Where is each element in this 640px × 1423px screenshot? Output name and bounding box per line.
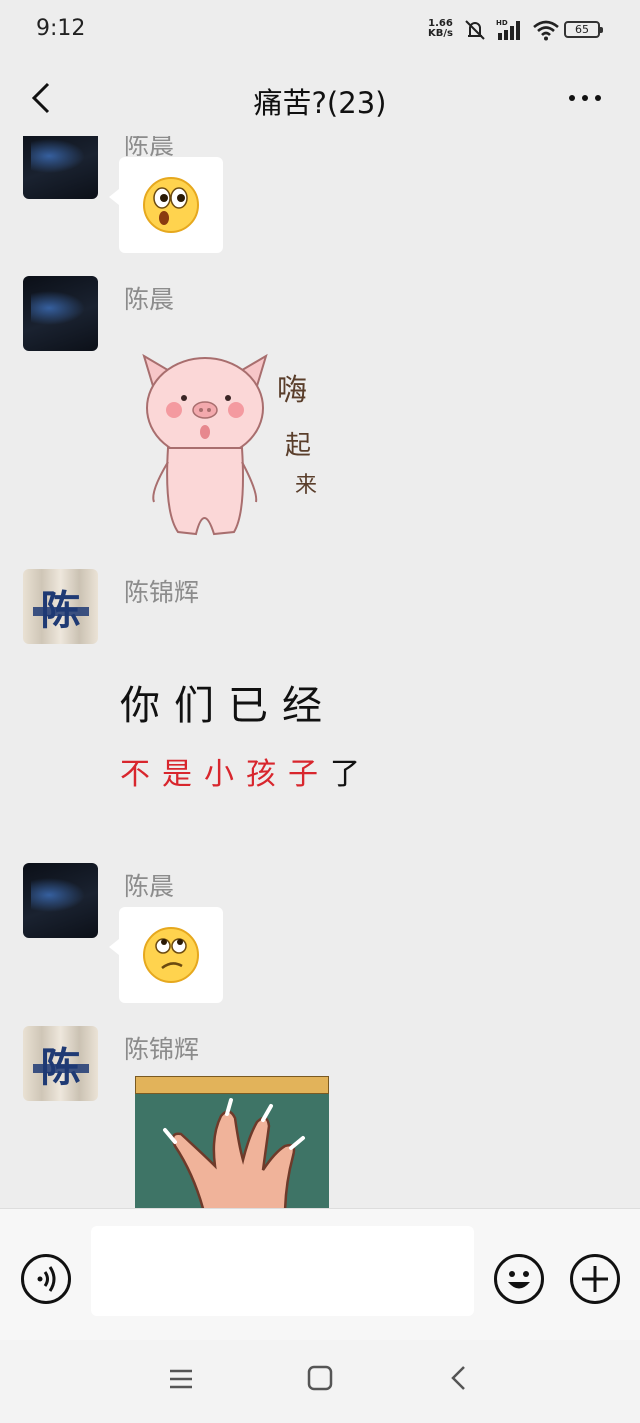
message-list[interactable]: 陈晨 陈晨 嗨 起 来 陈锦辉 你们已经 不是小孩子了 陈晨 陈锦辉 [0,136,640,1208]
wifi-icon [533,20,559,41]
avatar[interactable] [23,276,98,351]
message-item: 陈晨 嗨 起 来 [0,276,640,546]
mute-icon [465,20,485,40]
pig-sticker[interactable]: 嗨 起 来 [138,352,338,548]
menu-icon[interactable] [168,1366,194,1392]
avatar[interactable]: 陈 [23,569,98,644]
text-sticker-red: 不是小孩子 [120,757,330,792]
sender-name: 陈锦辉 [124,1035,200,1064]
voice-icon [37,1266,56,1292]
network-rate: 1.66 KB/s [428,19,453,39]
voice-button[interactable] [21,1254,71,1304]
battery-icon: 65 [564,21,603,38]
battery-level: 65 [575,23,589,36]
svg-text:HD: HD [496,19,508,27]
message-item: 陈晨 [0,136,640,258]
sender-name: 陈晨 [124,285,175,314]
input-bar [0,1208,640,1340]
text-sticker-line-2: 不是小孩子了 [120,749,372,793]
message-item: 陈晨 [0,863,640,1003]
emoji-bubble[interactable] [109,907,223,1003]
avatar[interactable]: 陈 [23,1026,98,1101]
plus-button[interactable] [570,1254,620,1304]
thinking-emoji-icon [143,927,199,983]
pig-sticker-char-1: 嗨 [277,373,307,408]
chat-header: 痛苦?(23) [0,62,640,136]
message-item: 陈 陈锦辉 你们已经 不是小孩子了 [0,569,640,829]
claw-hand-sticker[interactable] [135,1076,329,1208]
emoji-bubble[interactable] [109,157,223,253]
system-navigation-bar [0,1340,640,1423]
message-input[interactable] [91,1226,474,1316]
text-sticker[interactable]: 你们已经 不是小孩子了 [120,673,372,793]
pig-sticker-char-3: 来 [295,473,317,498]
message-item: 陈 陈锦辉 [0,1026,640,1208]
home-icon[interactable] [307,1365,333,1391]
text-sticker-black: 了 [330,757,372,792]
pig-sticker-char-2: 起 [285,431,311,461]
surprised-emoji-icon [143,177,199,233]
status-bar: 9:12 1.66 KB/s HD 65 [0,0,640,62]
emoji-icon [508,1271,530,1289]
sender-name: 陈锦辉 [124,578,200,607]
more-dots-icon[interactable] [565,80,605,116]
status-time: 9:12 [36,16,86,41]
back-icon[interactable] [446,1365,472,1391]
sender-name: 陈晨 [124,872,175,901]
hd-signal-icon: HD [496,19,520,40]
avatar[interactable] [23,863,98,938]
avatar[interactable] [23,136,98,199]
plus-icon [582,1266,608,1292]
network-rate-unit: KB/s [428,28,453,39]
status-icons: HD [462,18,560,42]
chat-title: 痛苦?(23) [253,86,387,120]
text-sticker-line-1: 你们已经 [120,683,336,729]
emoji-button[interactable] [494,1254,544,1304]
